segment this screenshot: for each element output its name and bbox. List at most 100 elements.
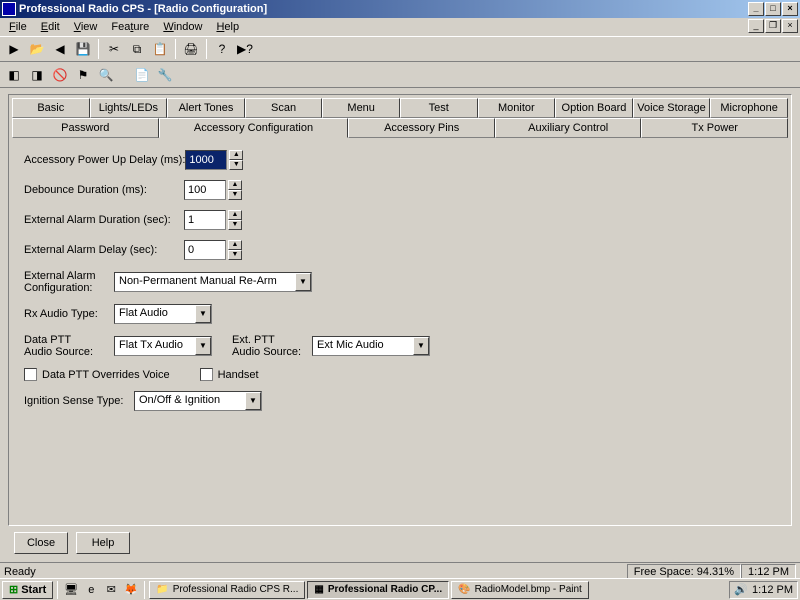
tab-lights-leds[interactable]: Lights/LEDs xyxy=(90,98,168,118)
powerup-delay-input[interactable] xyxy=(185,150,227,170)
ext-alarm-delay-label: External Alarm Delay (sec): xyxy=(24,244,184,256)
taskbar-item-1[interactable]: 📁 Professional Radio CPS R... xyxy=(149,581,305,599)
ignition-sense-value: On/Off & Ignition xyxy=(135,392,245,410)
menu-feature[interactable]: Feature xyxy=(104,19,156,35)
close-button[interactable]: Close xyxy=(14,532,68,554)
tab-test[interactable]: Test xyxy=(400,98,478,118)
form-area: Accessory Power Up Delay (ms): ▲ ▼ Debou… xyxy=(12,138,788,433)
tab-menu[interactable]: Menu xyxy=(322,98,400,118)
ignition-sense-label: Ignition Sense Type: xyxy=(24,395,134,407)
tool-t1-icon[interactable]: ◧ xyxy=(3,64,25,86)
chevron-down-icon[interactable]: ▼ xyxy=(195,305,211,323)
menu-edit[interactable]: Edit xyxy=(34,19,67,35)
powerup-delay-down-button[interactable]: ▼ xyxy=(229,160,243,170)
ext-alarm-delay-down-button[interactable]: ▼ xyxy=(228,250,242,260)
tool-noentry-icon[interactable]: 🚫 xyxy=(49,64,71,86)
help-button[interactable]: Help xyxy=(76,532,130,554)
row-ptt-sources: Data PTT Audio Source: Flat Tx Audio ▼ E… xyxy=(24,334,776,358)
chevron-down-icon[interactable]: ▼ xyxy=(413,337,429,355)
rx-audio-type-combo[interactable]: Flat Audio ▼ xyxy=(114,304,212,324)
quicklaunch-firefox-icon[interactable]: 🦊 xyxy=(122,581,140,599)
row-ext-alarm-config: External Alarm Configuration: Non-Perman… xyxy=(24,270,776,294)
tool-read-icon[interactable]: ▶ xyxy=(3,38,25,60)
menu-help[interactable]: Help xyxy=(209,19,246,35)
row-powerup-delay: Accessory Power Up Delay (ms): ▲ ▼ xyxy=(24,150,776,170)
tool-whatsthis-icon[interactable]: ▶? xyxy=(234,38,256,60)
quicklaunch-ie-icon[interactable]: e xyxy=(82,581,100,599)
tab-voice-storage[interactable]: Voice Storage xyxy=(633,98,711,118)
row-rx-audio-type: Rx Audio Type: Flat Audio ▼ xyxy=(24,304,776,324)
menu-window[interactable]: Window xyxy=(156,19,209,35)
mdi-restore-button[interactable]: ❐ xyxy=(765,19,781,33)
tray-volume-icon[interactable]: 🔊 xyxy=(734,583,748,596)
mdi-close-button[interactable]: × xyxy=(782,19,798,33)
start-button[interactable]: ⊞ Start xyxy=(2,581,53,599)
ignition-sense-combo[interactable]: On/Off & Ignition ▼ xyxy=(134,391,262,411)
ext-alarm-delay-input[interactable] xyxy=(184,240,226,260)
ext-alarm-config-label: External Alarm Configuration: xyxy=(24,270,114,294)
titlebar: Professional Radio CPS - [Radio Configur… xyxy=(0,0,800,18)
tab-accessory-configuration[interactable]: Accessory Configuration xyxy=(159,118,349,138)
chevron-down-icon[interactable]: ▼ xyxy=(245,392,261,410)
tab-tx-power[interactable]: Tx Power xyxy=(641,118,788,138)
taskbar: ⊞ Start 🖥 e ✉ 🦊 📁 Professional Radio CPS… xyxy=(0,578,800,600)
tab-basic[interactable]: Basic xyxy=(12,98,90,118)
ext-alarm-config-combo[interactable]: Non-Permanent Manual Re-Arm ▼ xyxy=(114,272,312,292)
tool-save-icon[interactable]: 💾 xyxy=(72,38,94,60)
close-window-button[interactable]: × xyxy=(782,2,798,16)
mdi-minimize-button[interactable]: _ xyxy=(748,19,764,33)
tab-microphone[interactable]: Microphone xyxy=(710,98,788,118)
taskbar-item-2[interactable]: ▦ Professional Radio CP... xyxy=(307,581,449,599)
tool-paste-icon[interactable]: 📋 xyxy=(149,38,171,60)
debounce-input[interactable] xyxy=(184,180,226,200)
tool-find-icon[interactable]: 🔍 xyxy=(95,64,117,86)
tool-print-icon[interactable]: 🖨 xyxy=(180,38,202,60)
taskbar-sep xyxy=(57,581,58,599)
tool-help-icon[interactable]: ? xyxy=(211,38,233,60)
tab-scan[interactable]: Scan xyxy=(245,98,323,118)
ext-alarm-duration-down-button[interactable]: ▼ xyxy=(228,220,242,230)
quicklaunch-desktop-icon[interactable]: 🖥 xyxy=(62,581,80,599)
tool-copy-icon[interactable]: ⧉ xyxy=(126,38,148,60)
maximize-button[interactable]: □ xyxy=(765,2,781,16)
ext-alarm-delay-up-button[interactable]: ▲ xyxy=(228,240,242,250)
data-ptt-override-checkbox[interactable]: Data PTT Overrides Voice xyxy=(24,368,170,381)
app-icon xyxy=(2,2,16,16)
tab-accessory-pins[interactable]: Accessory Pins xyxy=(348,118,495,138)
tab-auxiliary-control[interactable]: Auxiliary Control xyxy=(495,118,642,138)
minimize-button[interactable]: _ xyxy=(748,2,764,16)
debounce-down-button[interactable]: ▼ xyxy=(228,190,242,200)
menu-view[interactable]: View xyxy=(67,19,105,35)
tool-flag-icon[interactable]: ⚑ xyxy=(72,64,94,86)
chevron-down-icon[interactable]: ▼ xyxy=(195,337,211,355)
client-area: Basic Lights/LEDs Alert Tones Scan Menu … xyxy=(2,88,798,562)
powerup-delay-up-button[interactable]: ▲ xyxy=(229,150,243,160)
row-checkboxes: Data PTT Overrides Voice Handset xyxy=(24,368,776,381)
tab-alert-tones[interactable]: Alert Tones xyxy=(167,98,245,118)
ext-alarm-duration-up-button[interactable]: ▲ xyxy=(228,210,242,220)
config-panel: Basic Lights/LEDs Alert Tones Scan Menu … xyxy=(8,94,792,526)
app-icon: ▦ xyxy=(314,584,323,595)
tool-back-icon[interactable]: ◀ xyxy=(49,38,71,60)
tool-tool-icon[interactable]: 🔧 xyxy=(154,64,176,86)
taskbar-item-3[interactable]: 🎨 RadioModel.bmp - Paint xyxy=(451,581,589,599)
tool-t2-icon[interactable]: ◨ xyxy=(26,64,48,86)
handset-checkbox[interactable]: Handset xyxy=(200,368,259,381)
menu-file[interactable]: File xyxy=(2,19,34,35)
status-ready: Ready xyxy=(4,566,36,578)
data-ptt-source-combo[interactable]: Flat Tx Audio ▼ xyxy=(114,336,212,356)
quicklaunch-outlook-icon[interactable]: ✉ xyxy=(102,581,120,599)
tool-doc-icon[interactable]: 📄 xyxy=(131,64,153,86)
chevron-down-icon[interactable]: ▼ xyxy=(295,273,311,291)
tab-option-board[interactable]: Option Board xyxy=(555,98,633,118)
tab-monitor[interactable]: Monitor xyxy=(478,98,556,118)
tool-open-icon[interactable]: 📂 xyxy=(26,38,48,60)
ext-alarm-duration-input[interactable] xyxy=(184,210,226,230)
tool-cut-icon[interactable]: ✂ xyxy=(103,38,125,60)
debounce-label: Debounce Duration (ms): xyxy=(24,184,184,196)
paint-icon: 🎨 xyxy=(458,584,470,595)
debounce-up-button[interactable]: ▲ xyxy=(228,180,242,190)
ext-ptt-source-combo[interactable]: Ext Mic Audio ▼ xyxy=(312,336,430,356)
row-ext-alarm-duration: External Alarm Duration (sec): ▲ ▼ xyxy=(24,210,776,230)
tab-password[interactable]: Password xyxy=(12,118,159,138)
